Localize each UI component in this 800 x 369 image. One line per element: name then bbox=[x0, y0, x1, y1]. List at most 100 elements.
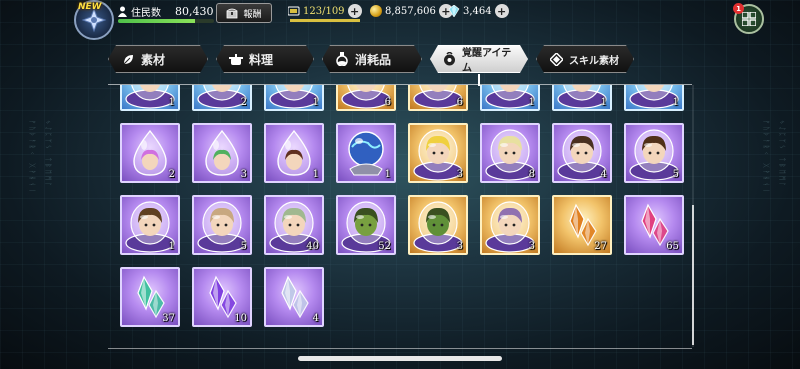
awakening-item-slot[interactable]: 3 bbox=[408, 123, 468, 183]
notification-badge: 1 bbox=[733, 3, 744, 14]
awakening-item-slot[interactable]: 1 bbox=[120, 85, 180, 111]
awakening-item-slot[interactable]: 40 bbox=[264, 195, 324, 255]
item-count: 27 bbox=[594, 241, 607, 252]
item-count: 8 bbox=[528, 169, 535, 180]
awakening-item-slot[interactable]: 2 bbox=[120, 123, 180, 183]
item-count: 3 bbox=[240, 169, 247, 180]
item-count: 52 bbox=[378, 241, 391, 252]
coin-display: 8,857,606 + bbox=[370, 3, 453, 19]
side-decoration-right-2: ᛃᛇᛈᛉᛊ ᛏᛒᛖᛗᛚ bbox=[778, 120, 786, 189]
top-status-bar: NEW 住民数 80,430 報酬 123/109 + 8,857,606 + bbox=[0, 0, 800, 40]
item-count: 1 bbox=[168, 241, 175, 252]
potion-icon bbox=[335, 52, 349, 66]
coin-value: 8,857,606 bbox=[385, 5, 436, 17]
awakening-item-slot[interactable]: 2 bbox=[192, 85, 252, 111]
item-count: 1 bbox=[168, 97, 175, 108]
awakening-item-slot[interactable]: 4 bbox=[264, 267, 324, 327]
awakening-item-slot[interactable]: 6 bbox=[336, 85, 396, 111]
stamina-progress-fill bbox=[290, 19, 360, 22]
tab-cooking[interactable]: 料理 bbox=[216, 45, 314, 73]
home-indicator[interactable] bbox=[298, 356, 502, 361]
item-count: 1 bbox=[672, 97, 679, 108]
treasure-chest-icon bbox=[227, 8, 238, 19]
item-count: 37 bbox=[162, 313, 175, 324]
resident-value: 80,430 bbox=[175, 4, 214, 18]
awakening-item-grid: 1 2 1 6 6 1 1 1 2 3 1 1 3 8 4 5 1 5 40 5… bbox=[108, 85, 692, 347]
tab-materials[interactable]: 素材 bbox=[108, 45, 208, 73]
awakening-item-slot[interactable]: 1 bbox=[336, 123, 396, 183]
crystal-plus-button[interactable]: + bbox=[494, 4, 509, 18]
tab-consumables[interactable]: 消耗品 bbox=[322, 45, 422, 73]
awakening-item-slot[interactable]: 1 bbox=[480, 85, 540, 111]
grid-scrollbar-thumb[interactable] bbox=[692, 205, 694, 345]
tab-label: 覚醒アイテム bbox=[462, 48, 512, 74]
resident-progress-fill bbox=[118, 19, 195, 23]
item-count: 1 bbox=[528, 97, 535, 108]
item-count: 40 bbox=[306, 241, 319, 252]
awakening-item-slot[interactable]: 1 bbox=[120, 195, 180, 255]
item-count: 4 bbox=[600, 169, 607, 180]
side-decoration-left-2: ᛃᛇᛈᛉᛊ ᛏᛒᛖᛗᛚ bbox=[44, 120, 52, 189]
awakening-item-slot[interactable]: 3 bbox=[480, 195, 540, 255]
awakening-item-slot[interactable]: 52 bbox=[336, 195, 396, 255]
item-count: 6 bbox=[456, 97, 463, 108]
awakening-item-slot[interactable]: 37 bbox=[120, 267, 180, 327]
item-count: 1 bbox=[312, 169, 319, 180]
awakening-item-slot[interactable]: 3 bbox=[192, 123, 252, 183]
stamina-plus-button[interactable]: + bbox=[347, 4, 362, 18]
awakening-item-slot[interactable]: 3 bbox=[408, 195, 468, 255]
stamina-progress-bar bbox=[290, 19, 360, 22]
item-count: 5 bbox=[672, 169, 679, 180]
main-menu-button[interactable]: 1 bbox=[733, 3, 764, 34]
awakening-item-slot[interactable]: 10 bbox=[192, 267, 252, 327]
coin-icon bbox=[370, 5, 382, 17]
awakening-item-slot[interactable]: 1 bbox=[264, 85, 324, 111]
awakening-item-slot[interactable]: 1 bbox=[264, 123, 324, 183]
item-count: 10 bbox=[234, 313, 247, 324]
crystal-value: 3,464 bbox=[463, 5, 492, 17]
stamina-value: 123/109 bbox=[303, 5, 345, 17]
awakening-item-slot[interactable]: 1 bbox=[552, 85, 612, 111]
tab-label: 消耗品 bbox=[355, 52, 392, 67]
magic-crystal-icon bbox=[448, 5, 460, 17]
crystal-display: 3,464 + bbox=[448, 3, 509, 19]
tab-label: スキル素材 bbox=[569, 55, 619, 67]
item-count: 3 bbox=[456, 169, 463, 180]
leaf-icon bbox=[121, 52, 135, 66]
reward-label: 報酬 bbox=[243, 9, 262, 20]
awakening-item-slot[interactable]: 5 bbox=[624, 123, 684, 183]
awaken-orb-icon bbox=[443, 52, 456, 66]
side-decoration-left: ᚠᚢᚦᚨᚱᚲ ᚷᚹᚺᚾᛁ bbox=[28, 120, 36, 195]
item-count: 5 bbox=[240, 241, 247, 252]
item-count: 2 bbox=[240, 97, 247, 108]
item-count: 1 bbox=[312, 97, 319, 108]
grid-menu-icon bbox=[742, 12, 756, 26]
reward-button[interactable]: 報酬 bbox=[216, 3, 272, 23]
item-count: 65 bbox=[666, 241, 679, 252]
awakening-item-slot[interactable]: 5 bbox=[192, 195, 252, 255]
awakening-item-slot[interactable]: 4 bbox=[552, 123, 612, 183]
awakening-item-slot[interactable]: 6 bbox=[408, 85, 468, 111]
tab-awakening-items[interactable]: 覚醒アイテム bbox=[430, 45, 528, 73]
resident-progress-bar bbox=[118, 19, 214, 23]
tab-label: 料理 bbox=[249, 52, 274, 67]
person-icon bbox=[118, 6, 127, 17]
item-count: 2 bbox=[168, 169, 175, 180]
awakening-item-slot[interactable]: 8 bbox=[480, 123, 540, 183]
stamina-display: 123/109 + bbox=[288, 3, 362, 19]
item-count: 6 bbox=[384, 97, 391, 108]
grid-bottom-divider bbox=[108, 348, 692, 349]
item-count: 4 bbox=[312, 313, 319, 324]
item-count: 3 bbox=[456, 241, 463, 252]
item-count: 1 bbox=[600, 97, 607, 108]
resident-label: 住民数 bbox=[131, 7, 161, 19]
tab-skill-materials[interactable]: スキル素材 bbox=[536, 45, 634, 73]
awakening-item-slot[interactable]: 1 bbox=[624, 85, 684, 111]
category-tabs: 素材 料理 消耗品 覚醒アイテム スキル素材 bbox=[108, 45, 634, 73]
tab-label: 素材 bbox=[141, 52, 166, 67]
pot-icon bbox=[229, 52, 243, 66]
new-badge: NEW bbox=[78, 2, 102, 12]
awakening-item-slot[interactable]: 65 bbox=[624, 195, 684, 255]
awakening-item-slot[interactable]: 27 bbox=[552, 195, 612, 255]
stamina-icon bbox=[288, 6, 300, 16]
